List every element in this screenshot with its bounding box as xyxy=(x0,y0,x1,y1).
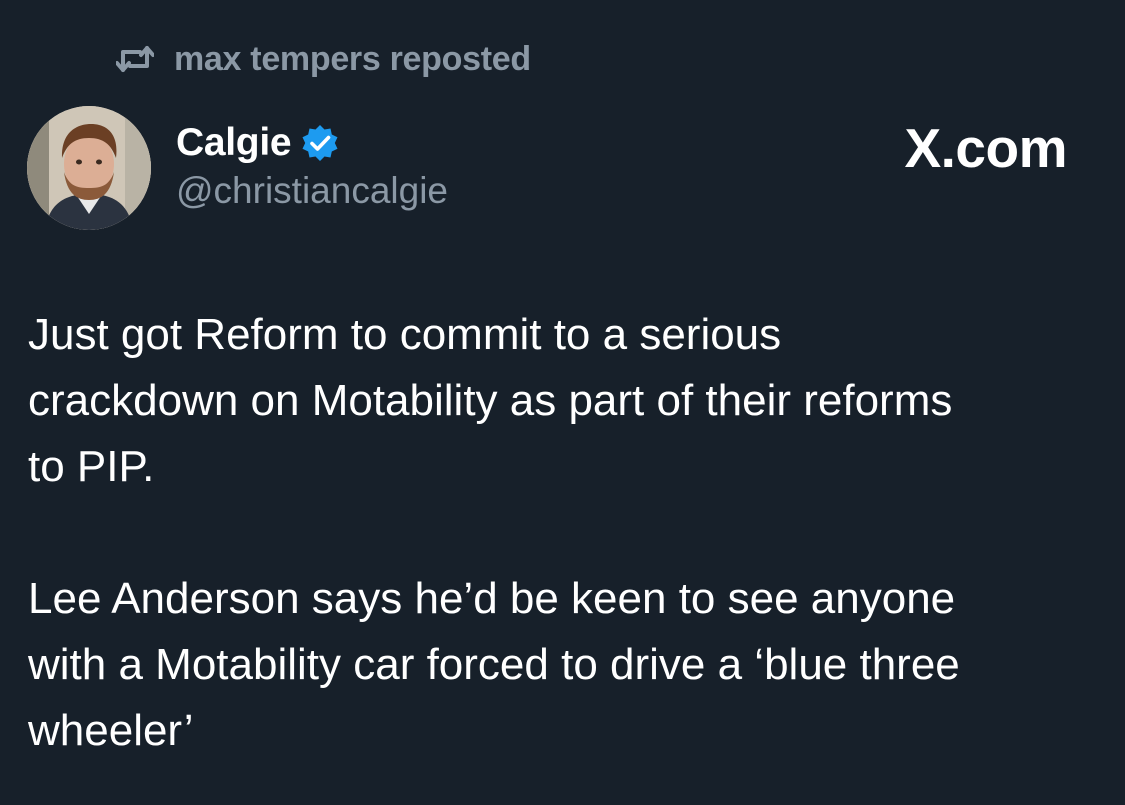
repost-icon xyxy=(114,38,156,80)
repost-text[interactable]: max tempers reposted xyxy=(174,40,531,79)
repost-header[interactable]: max tempers reposted xyxy=(114,38,531,80)
verified-badge-icon xyxy=(301,124,339,162)
author-handle[interactable]: @christiancalgie xyxy=(176,170,448,212)
post-body: Just got Reform to commit to a serious c… xyxy=(28,302,1103,764)
display-name[interactable]: Calgie xyxy=(176,121,292,165)
author-name-row[interactable]: Calgie xyxy=(176,118,339,168)
post-paragraph: Just got Reform to commit to a serious c… xyxy=(28,310,953,491)
source-label: X.com xyxy=(904,117,1067,179)
post-paragraph: Lee Anderson says he’d be keen to see an… xyxy=(28,574,960,755)
avatar[interactable] xyxy=(27,106,151,230)
